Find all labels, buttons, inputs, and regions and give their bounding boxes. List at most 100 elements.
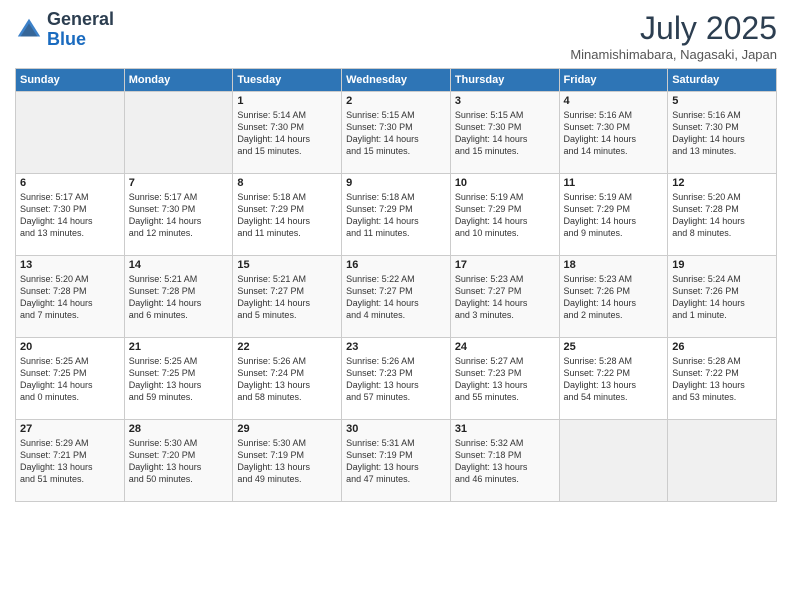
calendar-cell: 28 Sunrise: 5:30 AM Sunset: 7:20 PM Dayli… [124,420,233,502]
cell-info: Sunrise: 5:28 AM Sunset: 7:22 PM Dayligh… [564,355,664,404]
calendar-cell: 12Sunrise: 5:20 AM Sunset: 7:28 PM Dayli… [668,174,777,256]
cell-info: Sunrise: 5:14 AM Sunset: 7:30 PM Dayligh… [237,109,337,158]
calendar-cell: 30 Sunrise: 5:31 AM Sunset: 7:19 PM Dayli… [342,420,451,502]
calendar-cell: 7Sunrise: 5:17 AM Sunset: 7:30 PM Daylig… [124,174,233,256]
calendar-cell: 25 Sunrise: 5:28 AM Sunset: 7:22 PM Dayli… [559,338,668,420]
day-number: 16 [346,259,446,271]
cell-info: Sunrise: 5:19 AM Sunset: 7:29 PM Dayligh… [455,191,555,240]
calendar-cell: 19 Sunrise: 5:24 AM Sunset: 7:26 PM Dayli… [668,256,777,338]
cell-info: Sunrise: 5:16 AM Sunset: 7:30 PM Dayligh… [564,109,664,158]
day-number: 13 [20,259,120,271]
cell-info: Sunrise: 5:29 AM Sunset: 7:21 PM Dayligh… [20,437,120,486]
calendar-cell: 13Sunrise: 5:20 AM Sunset: 7:28 PM Dayli… [16,256,125,338]
cell-info: Sunrise: 5:21 AM Sunset: 7:28 PM Dayligh… [129,273,229,322]
calendar-cell: 17 Sunrise: 5:23 AM Sunset: 7:27 PM Dayli… [450,256,559,338]
day-number: 26 [672,341,772,353]
day-number: 4 [564,95,664,107]
calendar-cell: 26 Sunrise: 5:28 AM Sunset: 7:22 PM Dayli… [668,338,777,420]
logo-text: General Blue [47,10,114,50]
cell-info: Sunrise: 5:26 AM Sunset: 7:24 PM Dayligh… [237,355,337,404]
day-number: 21 [129,341,229,353]
day-number: 30 [346,423,446,435]
calendar-week-row: 13Sunrise: 5:20 AM Sunset: 7:28 PM Dayli… [16,256,777,338]
month-year: July 2025 [570,10,777,47]
day-number: 18 [564,259,664,271]
calendar-cell: 23 Sunrise: 5:26 AM Sunset: 7:23 PM Dayli… [342,338,451,420]
weekday-header: Wednesday [342,69,451,92]
day-number: 24 [455,341,555,353]
weekday-header: Tuesday [233,69,342,92]
logo-general: General [47,9,114,29]
page-container: General Blue July 2025 Minamishimabara, … [0,0,792,512]
day-number: 17 [455,259,555,271]
day-number: 14 [129,259,229,271]
day-number: 1 [237,95,337,107]
calendar-cell: 27 Sunrise: 5:29 AM Sunset: 7:21 PM Dayli… [16,420,125,502]
calendar-cell: 8 Sunrise: 5:18 AM Sunset: 7:29 PM Daylig… [233,174,342,256]
cell-info: Sunrise: 5:15 AM Sunset: 7:30 PM Dayligh… [346,109,446,158]
calendar-cell: 11Sunrise: 5:19 AM Sunset: 7:29 PM Dayli… [559,174,668,256]
weekday-header: Friday [559,69,668,92]
calendar-week-row: 27 Sunrise: 5:29 AM Sunset: 7:21 PM Dayli… [16,420,777,502]
logo-icon [15,16,43,44]
day-number: 15 [237,259,337,271]
logo-blue: Blue [47,29,86,49]
cell-info: Sunrise: 5:31 AM Sunset: 7:19 PM Dayligh… [346,437,446,486]
cell-info: Sunrise: 5:17 AM Sunset: 7:30 PM Dayligh… [129,191,229,240]
calendar-week-row: 6Sunrise: 5:17 AM Sunset: 7:30 PM Daylig… [16,174,777,256]
calendar-table: SundayMondayTuesdayWednesdayThursdayFrid… [15,68,777,502]
calendar-cell: 15Sunrise: 5:21 AM Sunset: 7:27 PM Dayli… [233,256,342,338]
day-number: 28 [129,423,229,435]
day-number: 2 [346,95,446,107]
cell-info: Sunrise: 5:17 AM Sunset: 7:30 PM Dayligh… [20,191,120,240]
day-number: 22 [237,341,337,353]
calendar-cell: 5 Sunrise: 5:16 AM Sunset: 7:30 PM Daylig… [668,92,777,174]
weekday-header: Monday [124,69,233,92]
weekday-header-row: SundayMondayTuesdayWednesdayThursdayFrid… [16,69,777,92]
weekday-header: Saturday [668,69,777,92]
calendar-cell: 9 Sunrise: 5:18 AM Sunset: 7:29 PM Daylig… [342,174,451,256]
calendar-cell [16,92,125,174]
day-number: 20 [20,341,120,353]
day-number: 25 [564,341,664,353]
cell-info: Sunrise: 5:23 AM Sunset: 7:26 PM Dayligh… [564,273,664,322]
calendar-cell: 29 Sunrise: 5:30 AM Sunset: 7:19 PM Dayli… [233,420,342,502]
cell-info: Sunrise: 5:30 AM Sunset: 7:20 PM Dayligh… [129,437,229,486]
title-block: July 2025 Minamishimabara, Nagasaki, Jap… [570,10,777,62]
day-number: 27 [20,423,120,435]
day-number: 19 [672,259,772,271]
calendar-week-row: 20 Sunrise: 5:25 AM Sunset: 7:25 PM Dayli… [16,338,777,420]
calendar-cell [559,420,668,502]
day-number: 8 [237,177,337,189]
calendar-cell: 10 Sunrise: 5:19 AM Sunset: 7:29 PM Dayli… [450,174,559,256]
calendar-cell: 31Sunrise: 5:32 AM Sunset: 7:18 PM Dayli… [450,420,559,502]
calendar-cell: 6Sunrise: 5:17 AM Sunset: 7:30 PM Daylig… [16,174,125,256]
cell-info: Sunrise: 5:25 AM Sunset: 7:25 PM Dayligh… [129,355,229,404]
calendar-cell: 22 Sunrise: 5:26 AM Sunset: 7:24 PM Dayli… [233,338,342,420]
calendar-cell: 1 Sunrise: 5:14 AM Sunset: 7:30 PM Daylig… [233,92,342,174]
day-number: 23 [346,341,446,353]
cell-info: Sunrise: 5:23 AM Sunset: 7:27 PM Dayligh… [455,273,555,322]
cell-info: Sunrise: 5:18 AM Sunset: 7:29 PM Dayligh… [237,191,337,240]
cell-info: Sunrise: 5:30 AM Sunset: 7:19 PM Dayligh… [237,437,337,486]
cell-info: Sunrise: 5:26 AM Sunset: 7:23 PM Dayligh… [346,355,446,404]
calendar-cell: 3 Sunrise: 5:15 AM Sunset: 7:30 PM Daylig… [450,92,559,174]
calendar-cell: 16 Sunrise: 5:22 AM Sunset: 7:27 PM Dayli… [342,256,451,338]
day-number: 9 [346,177,446,189]
cell-info: Sunrise: 5:22 AM Sunset: 7:27 PM Dayligh… [346,273,446,322]
cell-info: Sunrise: 5:18 AM Sunset: 7:29 PM Dayligh… [346,191,446,240]
cell-info: Sunrise: 5:15 AM Sunset: 7:30 PM Dayligh… [455,109,555,158]
cell-info: Sunrise: 5:16 AM Sunset: 7:30 PM Dayligh… [672,109,772,158]
day-number: 29 [237,423,337,435]
calendar-cell: 18 Sunrise: 5:23 AM Sunset: 7:26 PM Dayli… [559,256,668,338]
cell-info: Sunrise: 5:28 AM Sunset: 7:22 PM Dayligh… [672,355,772,404]
cell-info: Sunrise: 5:24 AM Sunset: 7:26 PM Dayligh… [672,273,772,322]
calendar-cell [124,92,233,174]
calendar-cell: 21 Sunrise: 5:25 AM Sunset: 7:25 PM Dayli… [124,338,233,420]
day-number: 3 [455,95,555,107]
day-number: 5 [672,95,772,107]
calendar-cell: 20Sunrise: 5:25 AM Sunset: 7:25 PM Dayli… [16,338,125,420]
calendar-cell [668,420,777,502]
calendar-cell: 14 Sunrise: 5:21 AM Sunset: 7:28 PM Dayli… [124,256,233,338]
day-number: 10 [455,177,555,189]
